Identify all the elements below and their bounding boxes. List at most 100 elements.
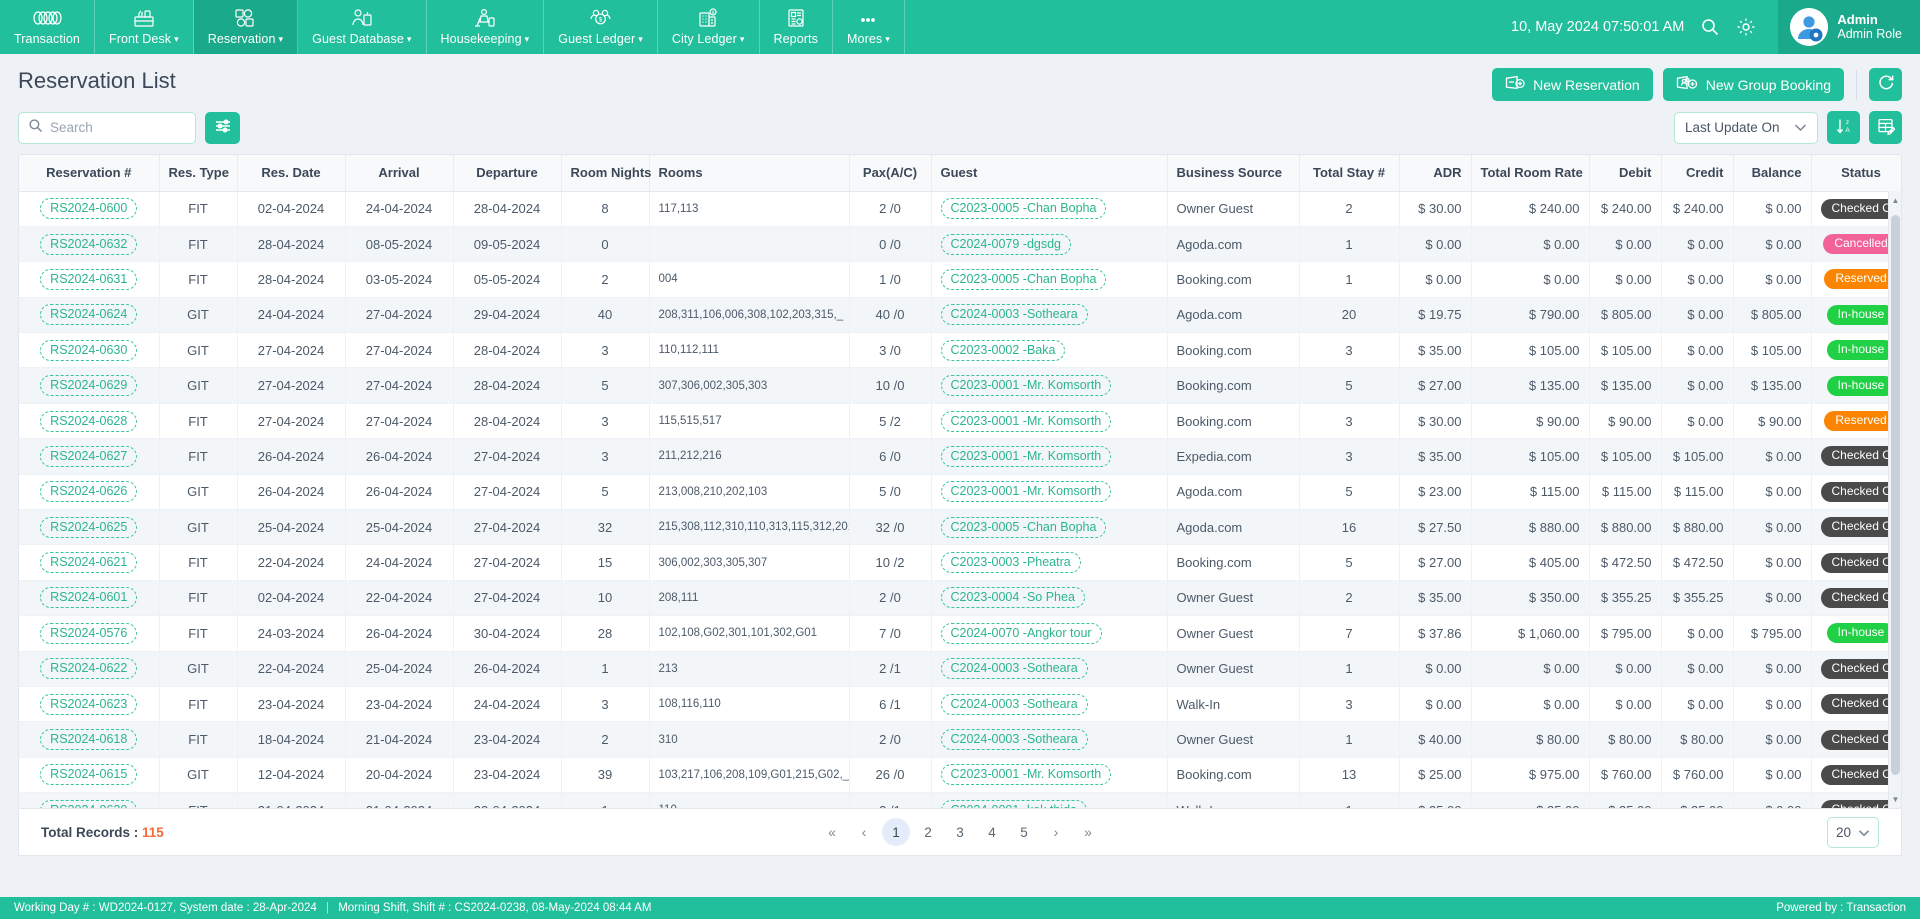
table-row[interactable]: RS2024-0623 FIT 23-04-2024 23-04-2024 24-04-… — [19, 686, 1901, 723]
nav-item-city-ledger[interactable]: $ City Ledger ▾ — [658, 0, 760, 54]
reservation-chip[interactable]: RS2024-0615 — [40, 764, 138, 786]
col-adr[interactable]: ADR — [1399, 155, 1472, 192]
col-status[interactable]: Status — [1811, 155, 1901, 192]
filter-button[interactable] — [205, 111, 240, 144]
reservation-chip[interactable]: RS2024-0601 — [40, 587, 138, 609]
reservation-chip[interactable]: RS2024-0626 — [40, 481, 138, 503]
table-row[interactable]: RS2024-0627 FIT 26-04-2024 26-04-2024 27-04-… — [19, 438, 1901, 475]
col-arrival[interactable]: Arrival — [345, 155, 454, 192]
pager-next[interactable]: › — [1042, 818, 1070, 846]
reservation-chip[interactable]: RS2024-0618 — [40, 729, 138, 751]
col-reservation[interactable]: Reservation # — [19, 155, 160, 192]
guest-chip[interactable]: C2023-0005 -Chan Bopha — [940, 268, 1107, 290]
guest-chip[interactable]: C2023-0001 -Mr. Komsorth — [940, 764, 1112, 786]
guest-chip[interactable]: C2024-0070 -Angkor tour — [940, 622, 1102, 644]
guest-chip[interactable]: C2024-0003 -Sotheara — [940, 729, 1088, 751]
col-pax[interactable]: Pax(A/C) — [849, 155, 932, 192]
scroll-up-icon[interactable]: ▲ — [1889, 193, 1901, 207]
reservation-chip[interactable]: RS2024-0627 — [40, 445, 138, 467]
reservation-chip[interactable]: RS2024-0600 — [40, 198, 138, 220]
table-row[interactable]: RS2024-0615 GIT 12-04-2024 20-04-2024 23-04-… — [19, 757, 1901, 794]
col-credit[interactable]: Credit — [1661, 155, 1734, 192]
nav-item-guest-database[interactable]: Guest Database ▾ — [298, 0, 427, 54]
table-row[interactable]: RS2024-0629 GIT 27-04-2024 27-04-2024 28-04-… — [19, 367, 1901, 404]
pager-page-3[interactable]: 3 — [946, 818, 974, 846]
pager-first[interactable]: « — [818, 818, 846, 846]
table-row[interactable]: RS2024-0626 GIT 26-04-2024 26-04-2024 27-04-… — [19, 474, 1901, 511]
page-size-select[interactable]: 20 — [1827, 816, 1879, 848]
table-vertical-scrollbar[interactable]: ▲ ▼ — [1888, 191, 1901, 808]
col-departure[interactable]: Departure — [453, 155, 562, 192]
table-row[interactable]: RS2024-0621 FIT 22-04-2024 24-04-2024 27-04-… — [19, 544, 1901, 581]
new-group-booking-button[interactable]: New Group Booking — [1662, 68, 1844, 101]
table-row[interactable]: RS2024-0630 GIT 27-04-2024 27-04-2024 28-04-… — [19, 332, 1901, 369]
col-room-nights[interactable]: Room Nights — [561, 155, 651, 192]
table-row[interactable]: RS2024-0576 FIT 24-03-2024 26-04-2024 30-04-… — [19, 615, 1901, 652]
guest-chip[interactable]: C2023-0001 -Mr. Komsorth — [940, 481, 1112, 503]
guest-chip[interactable]: C2024-0001 -kok thida — [940, 799, 1087, 808]
col-guest[interactable]: Guest — [931, 155, 1168, 192]
new-reservation-button[interactable]: New Reservation — [1492, 68, 1653, 101]
guest-chip[interactable]: C2024-0003 -Sotheara — [940, 693, 1088, 715]
table-row[interactable]: RS2024-0625 GIT 25-04-2024 25-04-2024 27-04-… — [19, 509, 1901, 546]
table-row[interactable]: RS2024-0620FIT21-04-202421-04-202422-04-… — [19, 792, 1901, 808]
table-row[interactable]: RS2024-0600 FIT 02-04-2024 24-04-2024 28-04-… — [19, 191, 1901, 227]
nav-item-guest-ledger[interactable]: $ Guest Ledger ▾ — [544, 0, 658, 54]
reservation-chip[interactable]: RS2024-0621 — [40, 552, 138, 574]
reservation-chip[interactable]: RS2024-0622 — [40, 658, 138, 680]
guest-chip[interactable]: C2023-0001 -Mr. Komsorth — [940, 445, 1112, 467]
table-row[interactable]: RS2024-0618 FIT 18-04-2024 21-04-2024 23-04-… — [19, 721, 1901, 758]
search-box[interactable] — [18, 111, 196, 144]
scroll-down-icon[interactable]: ▼ — [1889, 792, 1901, 806]
reservation-chip[interactable]: RS2024-0629 — [40, 375, 138, 397]
reservation-chip[interactable]: RS2024-0630 — [40, 339, 138, 361]
guest-chip[interactable]: C2024-0003 -Sotheara — [940, 304, 1088, 326]
reservation-chip[interactable]: RS2024-0624 — [40, 304, 138, 326]
guest-chip[interactable]: C2024-0079 -dgsdg — [940, 233, 1071, 255]
reservation-chip[interactable]: RS2024-0576 — [40, 622, 138, 644]
col-total-stay[interactable]: Total Stay # — [1299, 155, 1400, 192]
pager-page-1[interactable]: 1 — [882, 818, 910, 846]
col-business-source[interactable]: Business Source — [1167, 155, 1300, 192]
sort-direction-button[interactable]: z A — [1827, 111, 1860, 144]
col-total-room-rate[interactable]: Total Room Rate — [1471, 155, 1590, 192]
reservation-chip[interactable]: RS2024-0628 — [40, 410, 138, 432]
user-menu[interactable]: Admin Admin Role — [1778, 0, 1920, 54]
table-row[interactable]: RS2024-0624 GIT 24-04-2024 27-04-2024 29-04-… — [19, 297, 1901, 334]
col-res-date[interactable]: Res. Date — [237, 155, 346, 192]
column-settings-button[interactable] — [1869, 111, 1902, 144]
table-row[interactable]: RS2024-0628 FIT 27-04-2024 27-04-2024 28-04-… — [19, 403, 1901, 440]
table-row[interactable]: RS2024-0631 FIT 28-04-2024 03-05-2024 05-05-… — [19, 261, 1901, 298]
table-row[interactable]: RS2024-0622 GIT 22-04-2024 25-04-2024 26-04-… — [19, 651, 1901, 687]
nav-item-front-desk[interactable]: Front Desk ▾ — [95, 0, 194, 54]
guest-chip[interactable]: C2023-0005 -Chan Bopha — [940, 516, 1107, 538]
reservation-chip[interactable]: RS2024-0625 — [40, 516, 138, 538]
sort-field-select[interactable]: Last Update On — [1674, 111, 1818, 144]
col-balance[interactable]: Balance — [1733, 155, 1812, 192]
guest-chip[interactable]: C2023-0004 -So Phea — [940, 587, 1085, 609]
pager-prev[interactable]: ‹ — [850, 818, 878, 846]
gear-icon[interactable] — [1736, 17, 1756, 37]
reservation-chip[interactable]: RS2024-0620 — [40, 799, 138, 808]
guest-chip[interactable]: C2023-0001 -Mr. Komsorth — [940, 410, 1112, 432]
search-input[interactable] — [50, 120, 186, 135]
reservation-chip[interactable]: RS2024-0632 — [40, 233, 138, 255]
col-debit[interactable]: Debit — [1589, 155, 1662, 192]
col-rooms[interactable]: Rooms — [649, 155, 850, 192]
guest-chip[interactable]: C2024-0003 -Sotheara — [940, 658, 1088, 680]
guest-chip[interactable]: C2023-0001 -Mr. Komsorth — [940, 375, 1112, 397]
nav-item-reports[interactable]: Reports — [760, 0, 833, 54]
pager-last[interactable]: » — [1074, 818, 1102, 846]
reservation-chip[interactable]: RS2024-0631 — [40, 268, 138, 290]
nav-item-mores[interactable]: Mores ▾ — [833, 0, 905, 54]
guest-chip[interactable]: C2023-0005 -Chan Bopha — [940, 198, 1107, 220]
nav-item-reservation[interactable]: Reservation ▾ — [193, 0, 299, 54]
guest-chip[interactable]: C2023-0003 -Pheatra — [940, 552, 1081, 574]
guest-chip[interactable]: C2023-0002 -Baka — [940, 339, 1066, 361]
pager-page-2[interactable]: 2 — [914, 818, 942, 846]
table-row[interactable]: RS2024-0632 FIT 28-04-2024 08-05-2024 09-05-… — [19, 226, 1901, 263]
col-res-type[interactable]: Res. Type — [159, 155, 238, 192]
pager-page-4[interactable]: 4 — [978, 818, 1006, 846]
table-row[interactable]: RS2024-0601 FIT 02-04-2024 22-04-2024 27-04-… — [19, 580, 1901, 617]
pager-page-5[interactable]: 5 — [1010, 818, 1038, 846]
